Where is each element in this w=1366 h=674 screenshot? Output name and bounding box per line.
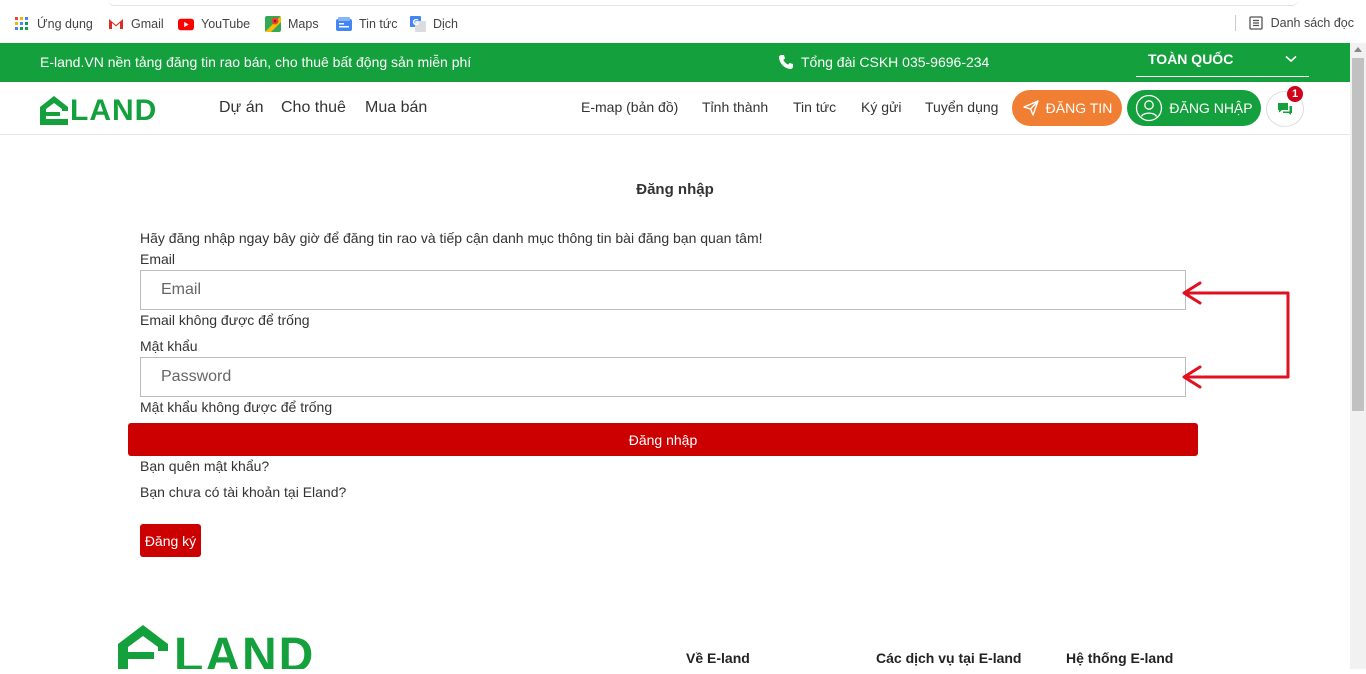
bookmark-translate[interactable]: G Dịch bbox=[410, 15, 458, 33]
nav-item-tin-tuc[interactable]: Tin tức bbox=[793, 99, 836, 115]
login-label: ĐĂNG NHẬP bbox=[1169, 100, 1253, 116]
main-navbar: LAND Dự án Cho thuê Mua bán E-map (bản đ… bbox=[0, 82, 1350, 135]
bookmarks-bar: Ứng dụng Gmail YouTube Maps Tin tức G Dị… bbox=[0, 0, 1366, 43]
bookmark-label: Dịch bbox=[433, 17, 459, 31]
email-field[interactable] bbox=[140, 270, 1186, 310]
translate-icon: G bbox=[410, 16, 426, 32]
page-scrollbar[interactable] bbox=[1350, 43, 1366, 669]
footer-logo[interactable]: LAND bbox=[118, 624, 348, 674]
scroll-up-arrow[interactable] bbox=[1354, 47, 1362, 52]
hotline-text: Tổng đài CSKH 035-9696-234 bbox=[801, 54, 990, 70]
hotline[interactable]: Tổng đài CSKH 035-9696-234 bbox=[778, 54, 989, 70]
footer-col-about: Về E-land bbox=[686, 650, 750, 666]
register-button[interactable]: Đăng ký bbox=[140, 524, 201, 557]
email-label: Email bbox=[140, 251, 176, 267]
bookmark-gmail[interactable]: Gmail bbox=[108, 15, 164, 33]
password-field[interactable] bbox=[140, 357, 1186, 397]
footer-col-services: Các dịch vụ tại E-land bbox=[876, 650, 1022, 666]
send-icon bbox=[1022, 100, 1039, 116]
site-logo[interactable]: LAND bbox=[40, 94, 158, 127]
nav-item-emap[interactable]: E-map (bản đồ) bbox=[581, 99, 678, 115]
page-title: Đăng nhập bbox=[636, 181, 714, 198]
bookmark-label: YouTube bbox=[201, 17, 251, 31]
password-error: Mật khẩu không được để trống bbox=[140, 399, 333, 415]
youtube-icon bbox=[178, 16, 194, 32]
post-listing-label: ĐĂNG TIN bbox=[1045, 100, 1113, 116]
apps-grid-icon bbox=[14, 16, 30, 32]
maps-icon bbox=[265, 16, 281, 32]
chat-icon bbox=[1278, 103, 1292, 115]
svg-text:G: G bbox=[413, 18, 420, 27]
nav-item-cho-thue[interactable]: Cho thuê bbox=[281, 99, 346, 117]
phone-icon bbox=[779, 55, 793, 69]
post-listing-button[interactable]: ĐĂNG TIN bbox=[1012, 90, 1122, 126]
nav-item-mua-ban[interactable]: Mua bán bbox=[365, 99, 427, 117]
news-icon bbox=[336, 16, 352, 32]
reading-list-label: Danh sách đọc bbox=[1270, 16, 1354, 30]
email-error: Email không được để trống bbox=[140, 312, 310, 328]
nav-item-tinh-thanh[interactable]: Tỉnh thành bbox=[702, 99, 768, 115]
region-value: TOÀN QUỐC bbox=[1148, 51, 1234, 67]
annotation-arrows bbox=[1182, 281, 1290, 389]
region-select[interactable]: TOÀN QUỐC bbox=[1136, 47, 1309, 77]
login-intro: Hãy đăng nhập ngay bây giờ để đăng tin r… bbox=[140, 230, 763, 246]
chat-count-badge: 1 bbox=[1286, 85, 1304, 103]
scroll-thumb[interactable] bbox=[1352, 58, 1364, 411]
bookmark-maps[interactable]: Maps bbox=[265, 15, 319, 33]
login-submit-button[interactable]: Đăng nhập bbox=[128, 423, 1198, 456]
forgot-password-link[interactable]: Bạn quên mật khẩu? bbox=[140, 458, 269, 474]
reading-list-icon bbox=[1248, 15, 1264, 31]
bookmark-label: Maps bbox=[288, 17, 319, 31]
footer-col-system: Hệ thống E-land bbox=[1066, 650, 1174, 666]
nav-item-tuyen-dung[interactable]: Tuyển dụng bbox=[925, 99, 998, 115]
bookmark-youtube[interactable]: YouTube bbox=[178, 15, 250, 33]
bookmark-label: Tin tức bbox=[359, 17, 398, 31]
nav-item-ky-gui[interactable]: Ký gửi bbox=[861, 99, 902, 115]
footer-logo-mark: LAND bbox=[118, 625, 315, 674]
divider bbox=[1234, 15, 1236, 31]
gmail-icon bbox=[108, 16, 124, 32]
bookmark-label: Ứng dụng bbox=[37, 17, 93, 31]
no-account-text: Bạn chưa có tài khoản tại Eland? bbox=[140, 484, 347, 500]
tagline: E-land.VN nền tảng đăng tin rao bán, cho… bbox=[40, 54, 472, 70]
user-icon bbox=[1136, 94, 1163, 122]
reading-list[interactable]: Danh sách đọc bbox=[1234, 15, 1354, 31]
password-label: Mật khẩu bbox=[140, 338, 198, 354]
chevron-down-icon bbox=[1285, 55, 1297, 63]
login-button[interactable]: ĐĂNG NHẬP bbox=[1127, 90, 1261, 126]
bookmark-apps[interactable]: Ứng dụng bbox=[14, 15, 93, 33]
address-bar-edge bbox=[108, 0, 1298, 6]
top-info-bar: E-land.VN nền tảng đăng tin rao bán, cho… bbox=[0, 43, 1350, 82]
logo-house-icon bbox=[40, 96, 68, 125]
footer-logo-text: LAND bbox=[174, 629, 315, 669]
bookmark-news[interactable]: Tin tức bbox=[336, 15, 397, 33]
nav-item-du-an[interactable]: Dự án bbox=[219, 99, 264, 117]
logo-text: LAND bbox=[70, 94, 158, 127]
bookmark-label: Gmail bbox=[131, 17, 164, 31]
